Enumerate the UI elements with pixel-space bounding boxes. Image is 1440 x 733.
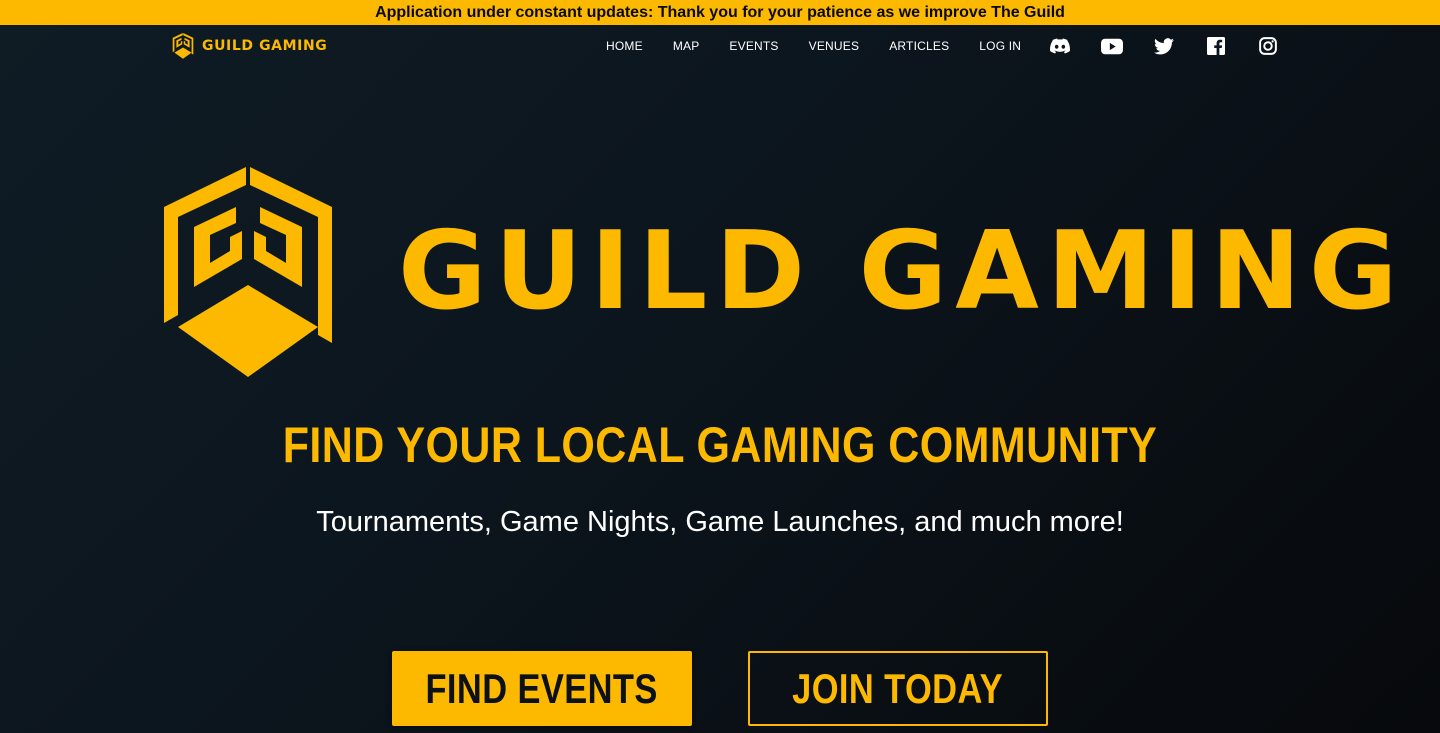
instagram-icon[interactable] (1257, 35, 1279, 57)
nav-home[interactable]: HOME (606, 39, 643, 53)
discord-icon[interactable] (1049, 35, 1071, 57)
find-events-button[interactable]: FIND EVENTS (392, 651, 692, 726)
brand-link[interactable]: GUILD GAMING (172, 33, 327, 59)
find-events-label: FIND EVENTS (425, 664, 659, 712)
nav-venues[interactable]: VENUES (809, 39, 860, 53)
main-nav: HOME MAP EVENTS VENUES ARTICLES LOG IN (606, 25, 1279, 67)
youtube-icon[interactable] (1101, 35, 1124, 57)
join-today-label: JOIN TODAY (792, 664, 1004, 712)
facebook-icon[interactable] (1205, 35, 1227, 57)
nav-events[interactable]: EVENTS (729, 39, 778, 53)
nav-articles[interactable]: ARTICLES (889, 39, 949, 53)
guild-logo-icon (172, 33, 194, 59)
nav-map[interactable]: MAP (673, 39, 700, 53)
brand-name: GUILD GAMING (202, 38, 328, 54)
hero-subtitle: Tournaments, Game Nights, Game Launches,… (316, 506, 1124, 538)
guild-hex-logo-icon (164, 167, 332, 379)
page: Application under constant updates: Than… (0, 0, 1440, 733)
nav-login[interactable]: LOG IN (979, 39, 1021, 53)
navbar: GUILD GAMING HOME MAP EVENTS VENUES ARTI… (0, 25, 1440, 67)
twitter-icon[interactable] (1153, 35, 1175, 57)
join-today-button[interactable]: JOIN TODAY (748, 651, 1048, 726)
banner-text: Application under constant updates: Than… (375, 3, 1065, 21)
hero-tagline: FIND YOUR LOCAL GAMING COMMUNITY (282, 417, 1158, 473)
hero-title: GUILD GAMING (398, 209, 1406, 334)
update-banner: Application under constant updates: Than… (0, 0, 1440, 25)
social-links (1049, 35, 1279, 57)
